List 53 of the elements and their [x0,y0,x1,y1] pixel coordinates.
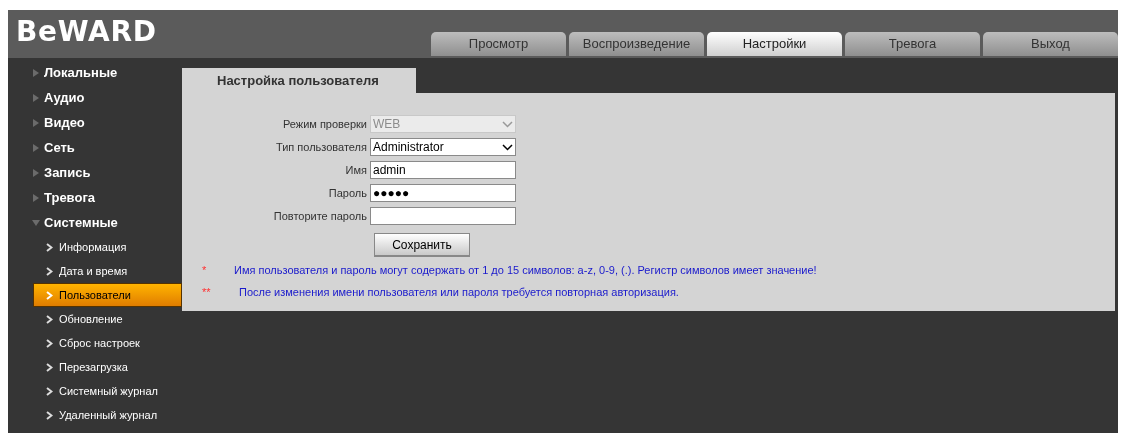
right-triangle-icon [32,168,40,177]
right-triangle-icon [32,118,40,127]
chevron-icon [46,338,53,348]
select-field[interactable]: Administrator [370,138,516,156]
nav-tab[interactable]: Настройки [707,32,842,56]
sidebar-item[interactable]: Локальные [8,60,182,85]
nav-tab[interactable]: Тревога [845,32,980,56]
nav-tab[interactable]: Воспроизведение [569,32,704,56]
chevron-icon [46,314,53,324]
chevron-icon [46,410,53,420]
sidebar-item[interactable]: Тревога [8,185,182,210]
sidebar-subitem[interactable]: Информация [8,235,182,259]
input-field[interactable] [370,207,516,225]
sidebar-subitem[interactable]: Системный журнал [8,379,182,403]
dropdown-chevron-icon [502,143,513,151]
note-marker: ** [202,284,212,300]
panel-title: Настройка пользователя [182,68,416,93]
right-triangle-icon [32,68,40,77]
sidebar-item[interactable]: Сеть [8,135,182,160]
field-label: Повторите пароль [272,208,367,224]
sidebar-subitem[interactable]: Пользователи [33,283,182,307]
note-text: Имя пользователя и пароль могут содержать от 1 до 15 символов: a-z, 0-9, (.). Регистр символов имеет значение! [234,263,817,278]
save-button[interactable]: Сохранить [374,233,470,257]
sidebar-subitem[interactable]: Перезагрузка [8,355,182,379]
right-triangle-icon [32,193,40,202]
field-label: Режим проверки [281,116,367,132]
chevron-icon [46,290,53,300]
field-label: Имя [344,162,367,178]
nav-tab[interactable]: Выход [983,32,1118,56]
note-marker: * [202,263,208,278]
nav-tab[interactable]: Просмотр [431,32,566,56]
sidebar-subitem[interactable]: Обновление [8,307,182,331]
sidebar-subitem[interactable]: Удаленный журнал [8,403,182,427]
dropdown-chevron-icon [502,120,513,128]
chevron-icon [46,242,53,252]
sidebar-subitem[interactable]: Дата и время [8,259,182,283]
input-field[interactable]: admin [370,161,516,179]
note-text: После изменения имени пользователя или пароля требуется повторная авторизация. [239,284,679,300]
field-label: Тип пользователя [274,139,367,155]
right-triangle-icon [32,143,40,152]
sidebar-subitem[interactable]: Сброс настроек [8,331,182,355]
chevron-icon [46,362,53,372]
field-label: Пароль [327,185,367,201]
sidebar-item[interactable]: Системные [8,210,182,235]
chevron-icon [46,386,53,396]
chevron-icon [46,266,53,276]
down-triangle-icon [32,218,40,227]
right-triangle-icon [32,93,40,102]
logo: BeWARD [16,18,157,46]
sidebar-item[interactable]: Аудио [8,85,182,110]
input-field[interactable]: ●●●●● [370,184,516,202]
sidebar-item[interactable]: Видео [8,110,182,135]
sidebar-item[interactable]: Запись [8,160,182,185]
